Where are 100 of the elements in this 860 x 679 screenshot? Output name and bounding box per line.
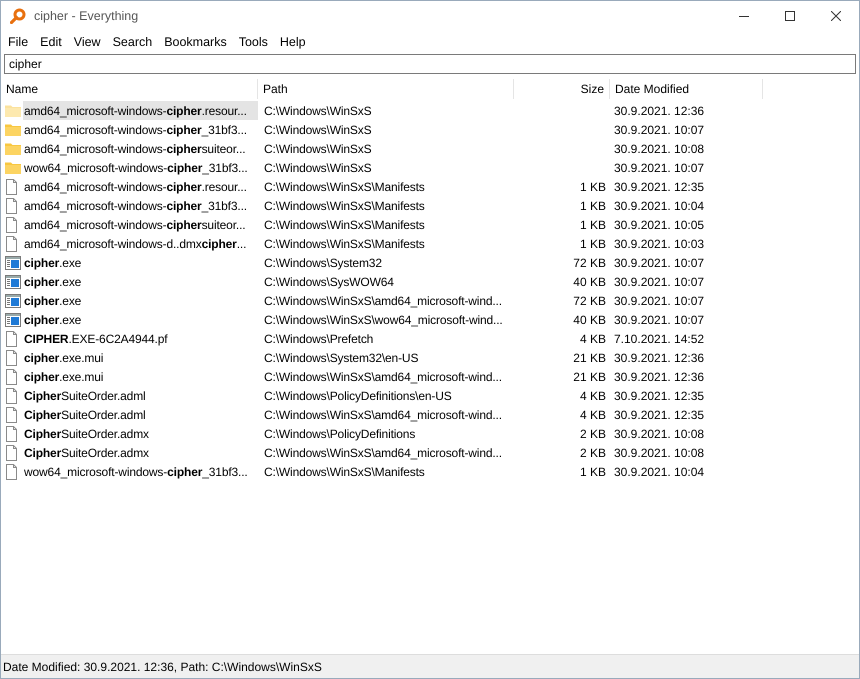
file-name[interactable]: wow64_microsoft-windows-cipher_31bf3... bbox=[23, 462, 258, 481]
application-icon bbox=[5, 274, 21, 288]
date-modified: 30.9.2021. 12:35 bbox=[614, 180, 704, 194]
maximize-icon[interactable] bbox=[785, 11, 795, 21]
file-name[interactable]: amd64_microsoft-windows-ciphersuiteor... bbox=[23, 139, 258, 158]
file-name[interactable]: cipher.exe.mui bbox=[23, 367, 258, 386]
file-path: C:\Windows\WinSxS\amd64_microsoft-wind... bbox=[264, 370, 502, 384]
menu-item[interactable]: Search bbox=[106, 35, 158, 49]
document-icon bbox=[5, 388, 18, 404]
date-modified: 30.9.2021. 10:07 bbox=[614, 294, 704, 308]
close-icon[interactable] bbox=[831, 11, 841, 21]
application-icon bbox=[5, 294, 21, 308]
search-field[interactable]: cipher bbox=[4, 54, 856, 74]
date-modified: 30.9.2021. 10:07 bbox=[614, 274, 704, 288]
file-size: 21 KB bbox=[573, 350, 606, 364]
document-icon bbox=[5, 368, 18, 384]
file-name[interactable]: cipher.exe bbox=[23, 291, 258, 310]
menu-item[interactable]: Bookmarks bbox=[158, 35, 233, 49]
date-modified: 30.9.2021. 10:05 bbox=[614, 218, 704, 232]
document-icon bbox=[5, 350, 18, 366]
document-icon bbox=[5, 198, 18, 214]
file-path: C:\Windows\WinSxS bbox=[264, 142, 372, 156]
column-header[interactable]: Date Modified bbox=[610, 79, 763, 99]
column-header[interactable]: Path bbox=[258, 79, 514, 99]
file-name[interactable]: CipherSuiteOrder.admx bbox=[23, 443, 258, 462]
file-size: 1 KB bbox=[580, 464, 606, 478]
file-name[interactable]: amd64_microsoft-windows-ciphersuiteor... bbox=[23, 215, 258, 234]
file-name[interactable]: CipherSuiteOrder.admx bbox=[23, 424, 258, 443]
file-name[interactable]: cipher.exe bbox=[23, 272, 258, 291]
file-path: C:\Windows\WinSxS\amd64_microsoft-wind... bbox=[264, 408, 502, 422]
file-name[interactable]: wow64_microsoft-windows-cipher_31bf3... bbox=[23, 158, 258, 177]
file-path: C:\Windows\System32\en-US bbox=[264, 350, 418, 364]
date-modified: 30.9.2021. 12:35 bbox=[614, 408, 704, 422]
file-name[interactable]: amd64_microsoft-windows-cipher.resour... bbox=[23, 101, 258, 120]
magnifier-icon bbox=[10, 8, 26, 24]
file-path: C:\Windows\WinSxS bbox=[264, 122, 372, 136]
column-header[interactable]: Size bbox=[514, 79, 610, 99]
file-path: C:\Windows\System32 bbox=[264, 256, 382, 270]
folder-icon bbox=[5, 123, 21, 136]
file-name[interactable]: amd64_microsoft-windows-cipher_31bf3... bbox=[23, 120, 258, 139]
file-path: C:\Windows\Prefetch bbox=[264, 332, 374, 346]
file-path: C:\Windows\WinSxS\amd64_microsoft-wind... bbox=[264, 446, 502, 460]
file-name[interactable]: amd64_microsoft-windows-cipher.resour... bbox=[23, 177, 258, 196]
file-path: C:\Windows\WinSxS bbox=[264, 104, 372, 118]
file-name[interactable]: CIPHER.EXE-6C2A4944.pf bbox=[23, 329, 258, 348]
file-size: 1 KB bbox=[580, 218, 606, 232]
file-name[interactable]: cipher.exe.mui bbox=[23, 348, 258, 367]
file-path: C:\Windows\WinSxS\Manifests bbox=[264, 218, 425, 232]
date-modified: 30.9.2021. 12:36 bbox=[614, 370, 704, 384]
file-path: C:\Windows\WinSxS\wow64_microsoft-wind... bbox=[264, 312, 503, 326]
menu-item[interactable]: File bbox=[2, 35, 34, 49]
date-modified: 30.9.2021. 12:36 bbox=[614, 350, 704, 364]
document-icon bbox=[5, 330, 18, 346]
menu-item[interactable]: Edit bbox=[34, 35, 68, 49]
date-modified: 30.9.2021. 12:36 bbox=[614, 104, 704, 118]
date-modified: 30.9.2021. 10:07 bbox=[614, 256, 704, 270]
file-size: 1 KB bbox=[580, 236, 606, 250]
date-modified: 30.9.2021. 10:08 bbox=[614, 426, 704, 440]
file-path: C:\Windows\WinSxS\Manifests bbox=[264, 464, 425, 478]
folder-icon bbox=[5, 161, 21, 174]
file-name[interactable]: amd64_microsoft-windows-cipher_31bf3... bbox=[23, 196, 258, 215]
document-icon bbox=[5, 178, 18, 194]
document-icon bbox=[5, 426, 18, 442]
date-modified: 30.9.2021. 10:07 bbox=[614, 160, 704, 174]
file-size: 4 KB bbox=[580, 408, 606, 422]
file-size: 4 KB bbox=[580, 332, 606, 346]
date-modified: 30.9.2021. 10:07 bbox=[614, 122, 704, 136]
file-size: 40 KB bbox=[573, 274, 606, 288]
file-path: C:\Windows\PolicyDefinitions bbox=[264, 426, 416, 440]
file-path: C:\Windows\PolicyDefinitions\en-US bbox=[264, 388, 452, 402]
file-name[interactable]: CipherSuiteOrder.adml bbox=[23, 405, 258, 424]
file-size: 1 KB bbox=[580, 198, 606, 212]
menu-item[interactable]: View bbox=[68, 35, 107, 49]
file-size: 1 KB bbox=[580, 180, 606, 194]
date-modified: 30.9.2021. 10:03 bbox=[614, 236, 704, 250]
folder-icon bbox=[5, 104, 21, 117]
application-icon bbox=[5, 312, 21, 326]
file-path: C:\Windows\WinSxS bbox=[264, 160, 372, 174]
window-title: cipher - Everything bbox=[34, 9, 140, 23]
file-name[interactable]: cipher.exe bbox=[23, 310, 258, 329]
date-modified: 7.10.2021. 14:52 bbox=[614, 332, 704, 346]
date-modified: 30.9.2021. 10:07 bbox=[614, 312, 704, 326]
file-size: 4 KB bbox=[580, 388, 606, 402]
file-size: 40 KB bbox=[573, 312, 606, 326]
status-bar: Date Modified: 30.9.2021. 12:36, Path: C:\Windows\WinSxS bbox=[1, 654, 859, 678]
file-size: 2 KB bbox=[580, 426, 606, 440]
file-name[interactable]: CipherSuiteOrder.adml bbox=[23, 386, 258, 405]
file-name[interactable]: cipher.exe bbox=[23, 253, 258, 272]
menu-item[interactable]: Tools bbox=[232, 35, 274, 49]
file-size: 72 KB bbox=[573, 294, 606, 308]
column-header[interactable]: Name bbox=[1, 79, 258, 99]
menu-item[interactable]: Help bbox=[274, 35, 312, 49]
document-icon bbox=[5, 444, 18, 460]
document-icon bbox=[5, 464, 18, 480]
file-path: C:\Windows\WinSxS\Manifests bbox=[264, 236, 425, 250]
file-size: 2 KB bbox=[580, 446, 606, 460]
file-name[interactable]: amd64_microsoft-windows-d..dmxcipher... bbox=[23, 234, 258, 253]
date-modified: 30.9.2021. 10:08 bbox=[614, 446, 704, 460]
document-icon bbox=[5, 216, 18, 232]
file-path: C:\Windows\WinSxS\Manifests bbox=[264, 198, 425, 212]
